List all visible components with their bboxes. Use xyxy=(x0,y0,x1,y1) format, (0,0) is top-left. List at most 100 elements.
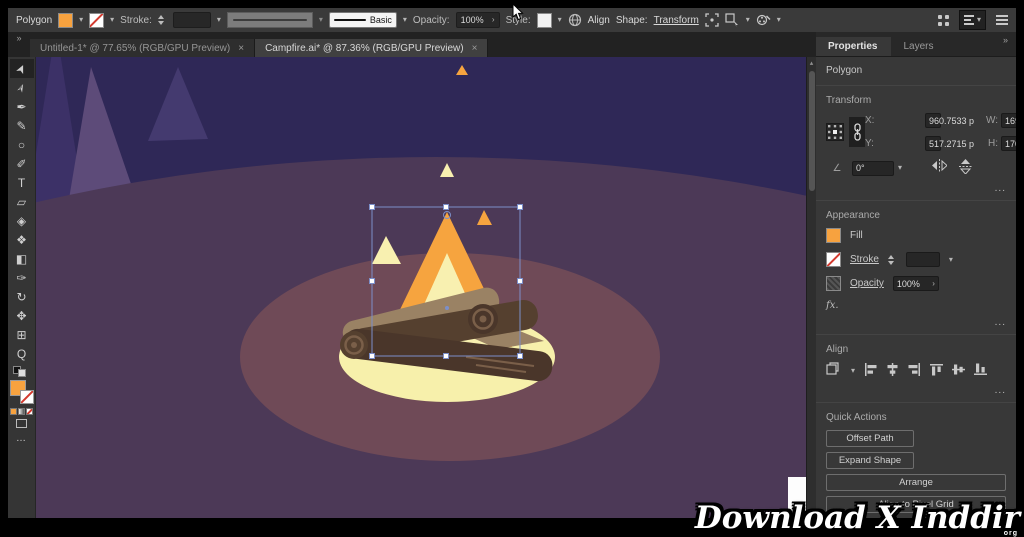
shape-menu-label[interactable]: Shape: xyxy=(616,15,648,26)
flip-vertical-icon[interactable] xyxy=(959,159,972,177)
pen-tool[interactable]: ✒ xyxy=(10,97,34,116)
edit-toolbar-more-icon[interactable]: … xyxy=(16,433,27,444)
color-button[interactable] xyxy=(10,408,17,415)
paintbrush-tool[interactable]: ✐ xyxy=(10,154,34,173)
artboard-canvas[interactable] xyxy=(36,57,806,518)
transform-menu-label[interactable]: Transform xyxy=(654,15,699,26)
selection-tool[interactable]: ➤ xyxy=(10,59,34,78)
type-tool[interactable]: T xyxy=(10,173,34,192)
align-center-vertical-icon[interactable] xyxy=(952,363,965,379)
select-similar-icon[interactable] xyxy=(725,13,740,27)
hand-tool[interactable]: ✥ xyxy=(10,306,34,325)
gradient-button[interactable] xyxy=(18,408,25,415)
rotate-tool[interactable]: ↻ xyxy=(10,287,34,306)
align-left-icon[interactable] xyxy=(864,363,877,379)
brush-chevron-icon[interactable]: ▾ xyxy=(403,16,407,24)
stroke-color-swatch[interactable] xyxy=(89,13,104,28)
stroke-weight-field-panel[interactable] xyxy=(906,252,940,267)
handle-bottom-center[interactable] xyxy=(444,354,449,359)
tab-layers[interactable]: Layers xyxy=(891,37,947,56)
canvas-vertical-scrollbar[interactable]: ▴ xyxy=(806,57,816,518)
stroke-unit-chevron-icon[interactable]: ▾ xyxy=(949,256,953,264)
handle-bottom-right[interactable] xyxy=(518,354,523,359)
rotation-field[interactable]: 0° xyxy=(852,161,894,176)
direct-selection-tool[interactable]: ➢ xyxy=(10,78,34,97)
tab-campfire[interactable]: Campfire.ai* @ 87.36% (RGB/GPU Preview) … xyxy=(255,39,488,57)
fill-stroke-indicator-icon[interactable] xyxy=(12,365,32,377)
appearance-stroke-label[interactable]: Stroke xyxy=(850,254,879,265)
arrange-button[interactable]: Arrange xyxy=(826,474,1006,491)
workspace-list-icon[interactable] xyxy=(996,15,1008,25)
opacity-field[interactable]: 100% › xyxy=(456,12,500,28)
appearance-more-options[interactable]: ... xyxy=(826,317,1006,328)
stroke-weight-chevron-icon[interactable]: ▾ xyxy=(217,16,221,24)
drawing-mode-icon[interactable] xyxy=(16,419,27,428)
recolor-chevron-icon[interactable]: ▾ xyxy=(777,16,781,24)
ellipse-tool[interactable]: ○ xyxy=(10,135,34,154)
selection-center-point[interactable] xyxy=(445,306,449,310)
app-home-grid-icon[interactable] xyxy=(938,15,949,26)
stroke-weight-stepper-panel[interactable] xyxy=(888,255,897,265)
align-right-icon[interactable] xyxy=(908,363,921,379)
y-field[interactable]: 517.2715 p xyxy=(925,136,941,151)
handle-top-center[interactable] xyxy=(444,205,449,210)
fill-color-swatch[interactable] xyxy=(58,13,73,28)
properties-panel-toggle[interactable]: ▾ xyxy=(959,10,986,30)
appearance-stroke-swatch[interactable] xyxy=(826,252,841,267)
align-to-selection-icon[interactable] xyxy=(826,362,842,379)
align-menu-label[interactable]: Align xyxy=(588,15,610,26)
scrollbar-thumb[interactable] xyxy=(809,71,815,191)
opacity-field-panel[interactable]: 100% › xyxy=(893,276,939,291)
handle-mid-right[interactable] xyxy=(518,279,523,284)
handle-bottom-left[interactable] xyxy=(370,354,375,359)
align-bottom-icon[interactable] xyxy=(974,363,987,379)
align-center-horizontal-icon[interactable] xyxy=(886,363,899,379)
stroke-weight-stepper[interactable] xyxy=(158,15,167,25)
recolor-artwork-icon[interactable] xyxy=(756,13,771,27)
stroke-chevron-icon[interactable]: ▾ xyxy=(110,16,114,24)
panel-collapse-icon[interactable]: » xyxy=(1003,35,1008,45)
rotation-chevron-icon[interactable]: ▾ xyxy=(898,164,902,172)
zoom-tool[interactable]: Q xyxy=(10,344,34,363)
width-profile-chevron-icon[interactable]: ▾ xyxy=(319,16,323,24)
appearance-opacity-label[interactable]: Opacity xyxy=(850,278,884,289)
eyedropper-tool[interactable]: ✑ xyxy=(10,268,34,287)
shape-builder-tool[interactable]: ❖ xyxy=(10,230,34,249)
style-chevron-icon[interactable]: ▾ xyxy=(558,16,562,24)
tab-properties[interactable]: Properties xyxy=(816,37,891,56)
handle-mid-left[interactable] xyxy=(370,279,375,284)
scroll-up-icon[interactable]: ▴ xyxy=(810,57,814,67)
width-profile-dropdown[interactable] xyxy=(227,12,313,28)
scale-tool[interactable]: ▱ xyxy=(10,192,34,211)
handle-top-left[interactable] xyxy=(370,205,375,210)
flip-horizontal-icon[interactable] xyxy=(932,159,947,177)
offset-path-button[interactable]: Offset Path xyxy=(826,430,914,447)
none-button[interactable] xyxy=(26,408,33,415)
constrain-proportions-link-icon[interactable] xyxy=(849,117,865,147)
stroke-weight-field[interactable] xyxy=(173,12,211,28)
tab-untitled-1[interactable]: Untitled-1* @ 77.65% (RGB/GPU Preview) × xyxy=(30,39,255,57)
artboard-tool[interactable]: ⊞ xyxy=(10,325,34,344)
fx-effects-button[interactable]: fx. xyxy=(826,300,1006,311)
handle-top-right[interactable] xyxy=(518,205,523,210)
isolate-object-icon[interactable] xyxy=(705,13,719,27)
reference-point-selector[interactable] xyxy=(826,123,844,141)
appearance-fill-swatch[interactable] xyxy=(826,228,841,243)
toolbar-collapse-icon[interactable]: » xyxy=(8,33,30,57)
align-more-options[interactable]: ... xyxy=(826,385,1006,396)
x-field[interactable]: 960.7533 p xyxy=(925,113,941,128)
eraser-tool[interactable]: ◈ xyxy=(10,211,34,230)
transform-more-options[interactable]: ... xyxy=(826,183,1006,194)
gradient-tool[interactable]: ◧ xyxy=(10,249,34,268)
tab-close-icon[interactable]: × xyxy=(472,43,478,54)
active-stroke-swatch[interactable] xyxy=(20,390,34,404)
brush-definition-dropdown[interactable]: Basic xyxy=(329,12,397,28)
tab-close-icon[interactable]: × xyxy=(238,43,244,54)
document-setup-globe-icon[interactable] xyxy=(568,13,582,27)
w-field[interactable]: 169.1746 p xyxy=(1001,113,1016,128)
fill-stroke-swatches[interactable] xyxy=(10,380,34,404)
h-field[interactable]: 170.1876 p xyxy=(1001,136,1016,151)
graphic-style-swatch[interactable] xyxy=(537,13,552,28)
select-similar-chevron-icon[interactable]: ▾ xyxy=(746,16,750,24)
align-top-icon[interactable] xyxy=(930,363,943,379)
